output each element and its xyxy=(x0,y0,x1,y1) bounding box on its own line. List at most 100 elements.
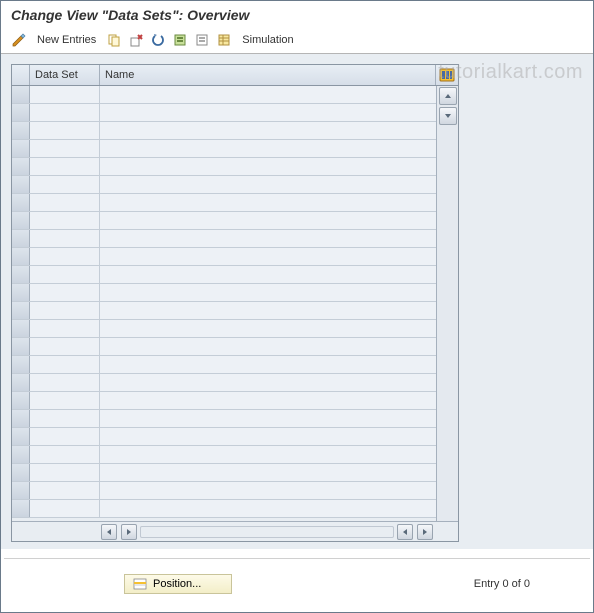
table-settings-icon[interactable] xyxy=(214,30,234,50)
cell-name[interactable] xyxy=(100,320,436,337)
table-config-button[interactable] xyxy=(436,65,458,85)
new-entries-button[interactable]: New Entries xyxy=(31,32,102,48)
scroll-left-button-2[interactable] xyxy=(397,524,413,540)
row-selector[interactable] xyxy=(12,482,30,499)
cell-name[interactable] xyxy=(100,86,436,103)
cell-data-set[interactable] xyxy=(30,392,100,409)
cell-data-set[interactable] xyxy=(30,446,100,463)
simulation-button[interactable]: Simulation xyxy=(236,32,299,48)
row-selector[interactable] xyxy=(12,374,30,391)
cell-data-set[interactable] xyxy=(30,104,100,121)
cell-data-set[interactable] xyxy=(30,464,100,481)
cell-name[interactable] xyxy=(100,392,436,409)
deselect-all-icon[interactable] xyxy=(192,30,212,50)
cell-data-set[interactable] xyxy=(30,86,100,103)
copy-icon[interactable] xyxy=(104,30,124,50)
cell-data-set[interactable] xyxy=(30,248,100,265)
vertical-scrollbar xyxy=(436,86,458,521)
cell-data-set[interactable] xyxy=(30,122,100,139)
cell-name[interactable] xyxy=(100,176,436,193)
cell-name[interactable] xyxy=(100,212,436,229)
table-row xyxy=(12,284,436,302)
row-selector[interactable] xyxy=(12,122,30,139)
row-selector[interactable] xyxy=(12,284,30,301)
column-header-name[interactable]: Name xyxy=(100,65,436,85)
cell-name[interactable] xyxy=(100,194,436,211)
cell-data-set[interactable] xyxy=(30,266,100,283)
cell-name[interactable] xyxy=(100,230,436,247)
column-header-data-set[interactable]: Data Set xyxy=(30,65,100,85)
cell-data-set[interactable] xyxy=(30,140,100,157)
delete-icon[interactable] xyxy=(126,30,146,50)
row-selector[interactable] xyxy=(12,176,30,193)
row-selector[interactable] xyxy=(12,500,30,517)
row-selector[interactable] xyxy=(12,320,30,337)
cell-name[interactable] xyxy=(100,482,436,499)
undo-icon[interactable] xyxy=(148,30,168,50)
row-selector[interactable] xyxy=(12,194,30,211)
select-all-icon[interactable] xyxy=(170,30,190,50)
position-label: Position... xyxy=(153,578,201,590)
cell-data-set[interactable] xyxy=(30,176,100,193)
cell-name[interactable] xyxy=(100,356,436,373)
scroll-left-button[interactable] xyxy=(101,524,117,540)
cell-data-set[interactable] xyxy=(30,410,100,427)
row-selector[interactable] xyxy=(12,248,30,265)
table-row xyxy=(12,464,436,482)
cell-name[interactable] xyxy=(100,410,436,427)
hscroll-track[interactable] xyxy=(140,526,394,538)
row-selector[interactable] xyxy=(12,140,30,157)
cell-name[interactable] xyxy=(100,122,436,139)
row-selector[interactable] xyxy=(12,302,30,319)
table-row xyxy=(12,338,436,356)
row-selector[interactable] xyxy=(12,338,30,355)
cell-data-set[interactable] xyxy=(30,374,100,391)
row-selector[interactable] xyxy=(12,212,30,229)
cell-data-set[interactable] xyxy=(30,356,100,373)
cell-name[interactable] xyxy=(100,464,436,481)
position-button[interactable]: Position... xyxy=(124,574,232,594)
cell-data-set[interactable] xyxy=(30,338,100,355)
column-header-selector[interactable] xyxy=(12,65,30,85)
cell-name[interactable] xyxy=(100,446,436,463)
cell-data-set[interactable] xyxy=(30,158,100,175)
toggle-display-change-icon[interactable] xyxy=(9,30,29,50)
cell-name[interactable] xyxy=(100,140,436,157)
cell-data-set[interactable] xyxy=(30,302,100,319)
row-selector[interactable] xyxy=(12,446,30,463)
cell-data-set[interactable] xyxy=(30,500,100,517)
cell-name[interactable] xyxy=(100,428,436,445)
cell-name[interactable] xyxy=(100,302,436,319)
row-selector[interactable] xyxy=(12,158,30,175)
cell-data-set[interactable] xyxy=(30,482,100,499)
row-selector[interactable] xyxy=(12,356,30,373)
cell-name[interactable] xyxy=(100,158,436,175)
row-selector[interactable] xyxy=(12,428,30,445)
row-selector[interactable] xyxy=(12,104,30,121)
cell-data-set[interactable] xyxy=(30,428,100,445)
cell-data-set[interactable] xyxy=(30,284,100,301)
cell-data-set[interactable] xyxy=(30,320,100,337)
scroll-up-button[interactable] xyxy=(439,87,457,105)
cell-name[interactable] xyxy=(100,104,436,121)
cell-data-set[interactable] xyxy=(30,194,100,211)
cell-name[interactable] xyxy=(100,248,436,265)
scroll-down-button[interactable] xyxy=(439,107,457,125)
table-row xyxy=(12,122,436,140)
row-selector[interactable] xyxy=(12,266,30,283)
cell-name[interactable] xyxy=(100,500,436,517)
cell-name[interactable] xyxy=(100,338,436,355)
row-selector[interactable] xyxy=(12,410,30,427)
cell-name[interactable] xyxy=(100,284,436,301)
cell-name[interactable] xyxy=(100,374,436,391)
row-selector[interactable] xyxy=(12,86,30,103)
scroll-right-button[interactable] xyxy=(121,524,137,540)
table-body xyxy=(12,86,436,521)
cell-data-set[interactable] xyxy=(30,212,100,229)
cell-name[interactable] xyxy=(100,266,436,283)
cell-data-set[interactable] xyxy=(30,230,100,247)
scroll-right-button-2[interactable] xyxy=(417,524,433,540)
row-selector[interactable] xyxy=(12,464,30,481)
row-selector[interactable] xyxy=(12,392,30,409)
row-selector[interactable] xyxy=(12,230,30,247)
